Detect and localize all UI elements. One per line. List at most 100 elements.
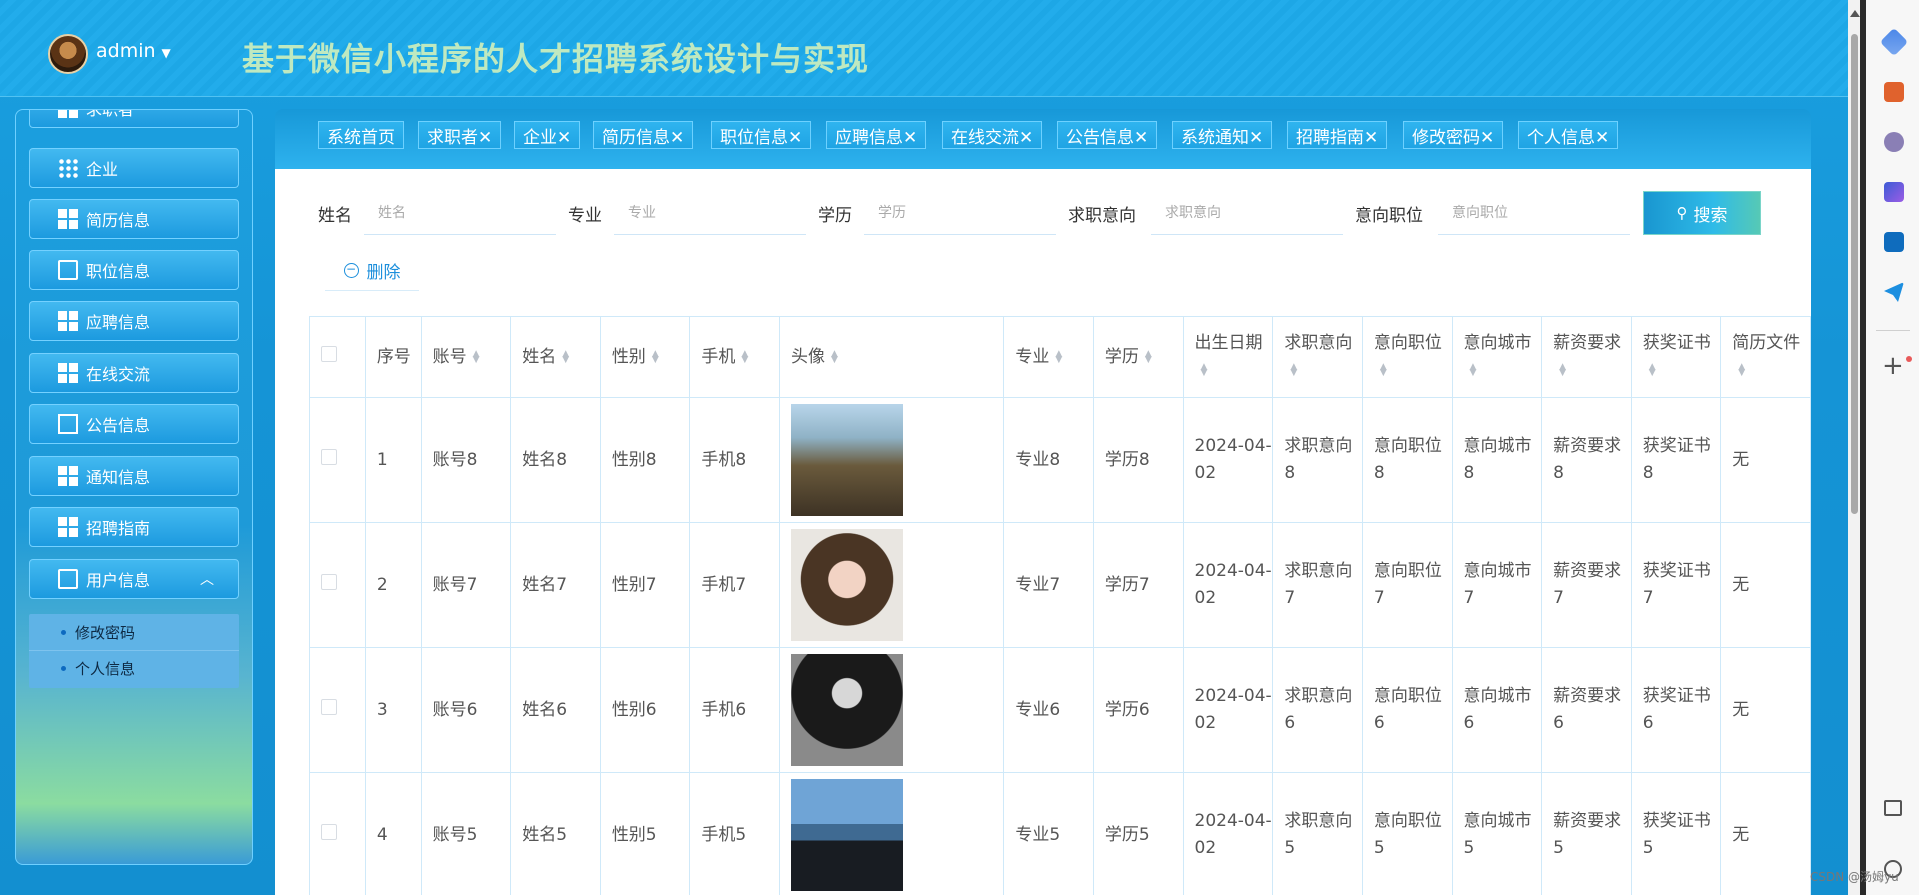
header-label: 专业 (1015, 346, 1050, 367)
sort-icon[interactable]: ▲ ▼ (1201, 363, 1208, 378)
screenshot-icon[interactable] (1884, 800, 1902, 816)
avatar-image[interactable] (791, 779, 903, 891)
tab-change-password[interactable]: 修改密码✕ (1403, 121, 1504, 149)
cell-account: 账号7 (420, 522, 512, 648)
sort-icon[interactable]: ▲ ▼ (652, 349, 659, 364)
column-header[interactable]: 学历 ▲ ▼ (1092, 316, 1184, 398)
sidebar-item-jobseeker[interactable]: 求职者 (29, 110, 239, 128)
cell-name: 姓名6 (510, 647, 601, 773)
outlook-icon[interactable] (1884, 232, 1904, 252)
app-window: admin ▼ 基于微信小程序的人才招聘系统设计与实现 求职者 企业 简历信息 职… (0, 0, 1848, 895)
column-header[interactable]: 意向城市 ▲ ▼ (1451, 316, 1543, 398)
column-header[interactable]: 出生日期 ▲ ▼ (1182, 316, 1274, 398)
tab-guide[interactable]: 招聘指南✕ (1287, 121, 1388, 149)
user-menu[interactable]: admin ▼ (96, 40, 171, 62)
tab-profile[interactable]: 个人信息✕ (1518, 121, 1619, 149)
column-header[interactable]: 薪资要求 ▲ ▼ (1541, 316, 1632, 398)
major-input[interactable]: 专业 (614, 189, 806, 235)
column-header[interactable]: 意向职位 ▲ ▼ (1361, 316, 1453, 398)
people-icon[interactable] (1884, 132, 1904, 152)
column-header[interactable]: 头像 ▲ ▼ (778, 316, 1005, 398)
sort-icon[interactable]: ▲ ▼ (1145, 349, 1152, 364)
table-row[interactable]: 4 账号5 姓名5 性别5 手机5 专业5 学历5 2024-04-02 求职意向5 意向职位5 意… (309, 772, 1811, 895)
table-row[interactable]: 3 账号6 姓名6 性别6 手机6 专业6 学历6 2024-04-02 求职意向6 意向职位6 意… (309, 647, 1811, 773)
sidebar-item-announcements[interactable]: 公告信息 (29, 404, 239, 444)
intent-input[interactable]: 求职意向 (1151, 189, 1343, 235)
tab-applications[interactable]: 应聘信息✕ (826, 121, 927, 149)
sort-icon[interactable]: ▲ ▼ (741, 349, 748, 364)
cell-major: 专业6 (1003, 647, 1094, 773)
tab-announcements[interactable]: 公告信息✕ (1057, 121, 1158, 149)
select-all-checkbox[interactable] (321, 345, 337, 362)
cell-phone: 手机7 (689, 522, 780, 648)
tab-chat[interactable]: 在线交流✕ (942, 121, 1043, 149)
name-input[interactable]: 姓名 (364, 189, 556, 235)
sort-icon[interactable]: ▲ ▼ (1290, 363, 1297, 378)
grid-icon (58, 466, 78, 486)
column-header[interactable]: 性别 ▲ ▼ (599, 316, 691, 398)
page-scrollbar[interactable] (1848, 0, 1860, 895)
copilot-icon[interactable] (1884, 182, 1904, 202)
column-header[interactable]: 获奖证书 ▲ ▼ (1630, 316, 1722, 398)
row-checkbox[interactable] (321, 823, 337, 840)
sort-icon[interactable]: ▲ ▼ (1380, 363, 1387, 378)
cell-cert: 获奖证书5 (1630, 772, 1722, 895)
tab-resume[interactable]: 简历信息✕ (593, 121, 694, 149)
column-header[interactable]: 专业 ▲ ▼ (1003, 316, 1094, 398)
row-checkbox[interactable] (321, 573, 337, 590)
tab-home[interactable]: 系统首页 (318, 121, 404, 149)
tab-jobseeker[interactable]: 求职者✕ (418, 121, 502, 149)
sidebar-item-label: 招聘指南 (86, 519, 151, 538)
sort-icon[interactable]: ▲ ▼ (1738, 363, 1745, 378)
add-icon[interactable]: + (1882, 353, 1904, 379)
sidebar-item-user-info[interactable]: 用户信息 ︿ (29, 559, 239, 599)
submenu-item-change-password[interactable]: 修改密码 (29, 614, 239, 651)
avatar-image[interactable] (791, 654, 903, 766)
tab-positions[interactable]: 职位信息✕ (711, 121, 812, 149)
avatar-image[interactable] (791, 529, 903, 641)
submenu-item-profile[interactable]: 个人信息 (29, 650, 239, 686)
sort-icon[interactable]: ▲ ▼ (1649, 363, 1656, 378)
tab-notifications[interactable]: 系统通知✕ (1172, 121, 1273, 149)
sort-icon[interactable]: ▲ ▼ (1055, 349, 1062, 364)
sidebar-item-positions[interactable]: 职位信息 (29, 250, 239, 290)
column-header[interactable]: 求职意向 ▲ ▼ (1272, 316, 1363, 398)
scroll-thumb[interactable] (1851, 34, 1858, 514)
user-avatar[interactable] (48, 34, 88, 74)
search-button[interactable]: ⚲ 搜索 (1643, 191, 1761, 235)
column-header[interactable]: 手机 ▲ ▼ (689, 316, 780, 398)
column-header[interactable]: 简历文件 ▲ ▼ (1720, 316, 1811, 398)
tab-company[interactable]: 企业✕ (514, 121, 581, 149)
sidebar-item-resume[interactable]: 简历信息 (29, 199, 239, 239)
scroll-up-arrow-icon[interactable] (1850, 10, 1860, 17)
column-header[interactable]: 姓名 ▲ ▼ (510, 316, 601, 398)
sidebar-item-chat[interactable]: 在线交流 (29, 353, 239, 393)
sort-icon[interactable]: ▲ ▼ (1470, 363, 1477, 378)
education-input[interactable]: 学历 (864, 189, 1056, 235)
sort-icon[interactable]: ▲ ▼ (1559, 363, 1566, 378)
minus-circle-icon: − (343, 263, 359, 278)
table-row[interactable]: 2 账号7 姓名7 性别7 手机7 专业7 学历7 2024-04-02 求职意向7 意向职位7 意… (309, 522, 1811, 648)
position-input[interactable]: 意向职位 (1438, 189, 1630, 235)
sort-icon[interactable]: ▲ ▼ (831, 349, 838, 364)
sidebar-item-notifications[interactable]: 通知信息 (29, 456, 239, 496)
avatar-image[interactable] (791, 404, 903, 516)
tag-icon[interactable] (1879, 27, 1909, 57)
sort-icon[interactable]: ▲ ▼ (473, 349, 480, 364)
sidebar-item-guide[interactable]: 招聘指南 (29, 507, 239, 547)
sidebar-item-applications[interactable]: 应聘信息 (29, 301, 239, 341)
briefcase-icon[interactable] (1884, 82, 1904, 102)
column-header[interactable]: 账号 ▲ ▼ (420, 316, 512, 398)
header-label: 意向职位 (1373, 333, 1442, 353)
cell-gender: 性别8 (599, 397, 691, 523)
row-checkbox[interactable] (321, 698, 337, 715)
header-label: 头像 (791, 346, 825, 367)
send-icon[interactable] (1884, 282, 1904, 302)
delete-button[interactable]: − 删除 (325, 251, 419, 291)
sidebar-item-company[interactable]: 企业 (29, 148, 239, 188)
row-checkbox[interactable] (321, 448, 337, 465)
cell-birth: 2024-04-02 (1182, 397, 1274, 523)
table-row[interactable]: 1 账号8 姓名8 性别8 手机8 专业8 学历8 2024-04-02 求职意向8 意向职位8 意… (309, 397, 1811, 523)
sort-icon[interactable]: ▲ ▼ (562, 349, 569, 364)
column-header: 序号 (364, 316, 422, 398)
